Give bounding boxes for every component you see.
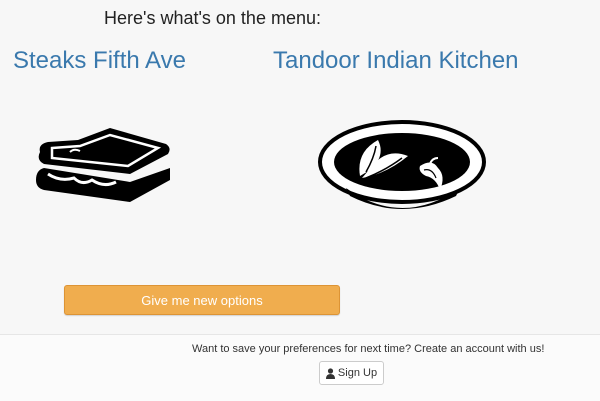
user-icon	[325, 367, 335, 379]
new-options-button[interactable]: Give me new options	[64, 285, 340, 315]
sign-up-button[interactable]: Sign Up	[319, 361, 384, 385]
restaurant-name-1[interactable]: Steaks Fifth Ave	[13, 47, 186, 75]
sign-up-label: Sign Up	[337, 367, 378, 379]
restaurant-name-2[interactable]: Tandoor Indian Kitchen	[273, 47, 519, 75]
footer: Want to save your preferences for next t…	[0, 334, 600, 401]
sandwich-icon	[30, 122, 178, 217]
menu-heading: Here's what's on the menu:	[104, 8, 321, 28]
curry-bowl-icon	[316, 118, 488, 223]
save-preferences-prompt: Want to save your preferences for next t…	[192, 343, 545, 355]
